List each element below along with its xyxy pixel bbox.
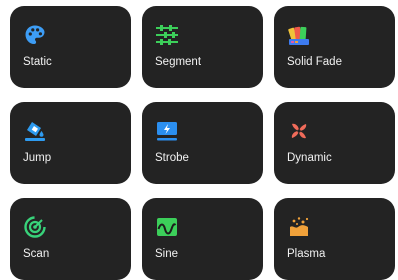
mode-tile-plasma[interactable]: Plasma bbox=[274, 198, 395, 280]
mode-label: Plasma bbox=[287, 248, 326, 260]
sine-wave-icon bbox=[155, 215, 179, 239]
palette-icon bbox=[23, 23, 47, 47]
mode-tile-segment[interactable]: Segment bbox=[142, 6, 263, 88]
mode-grid: Static Segment Solid Fade Jump Strobe Dy… bbox=[10, 6, 396, 280]
strobe-flash-icon bbox=[155, 119, 179, 143]
mode-tile-dynamic[interactable]: Dynamic bbox=[274, 102, 395, 184]
mode-label: Dynamic bbox=[287, 152, 332, 164]
color-swatches-icon bbox=[287, 23, 311, 47]
mode-tile-scan[interactable]: Scan bbox=[10, 198, 131, 280]
jump-bucket-icon bbox=[23, 119, 47, 143]
mode-label: Segment bbox=[155, 56, 202, 68]
scan-radar-icon bbox=[23, 215, 47, 239]
mode-tile-solid-fade[interactable]: Solid Fade bbox=[274, 6, 395, 88]
mode-label: Solid Fade bbox=[287, 56, 342, 68]
plasma-sparkle-icon bbox=[287, 215, 311, 239]
mode-label: Strobe bbox=[155, 152, 189, 164]
pinwheel-icon bbox=[287, 119, 311, 143]
mode-label: Jump bbox=[23, 152, 52, 164]
mode-label: Sine bbox=[155, 248, 179, 260]
mode-tile-sine[interactable]: Sine bbox=[142, 198, 263, 280]
segment-sliders-icon bbox=[155, 23, 179, 47]
mode-tile-jump[interactable]: Jump bbox=[10, 102, 131, 184]
mode-label: Static bbox=[23, 56, 52, 68]
mode-label: Scan bbox=[23, 248, 50, 260]
mode-tile-strobe[interactable]: Strobe bbox=[142, 102, 263, 184]
mode-tile-static[interactable]: Static bbox=[10, 6, 131, 88]
